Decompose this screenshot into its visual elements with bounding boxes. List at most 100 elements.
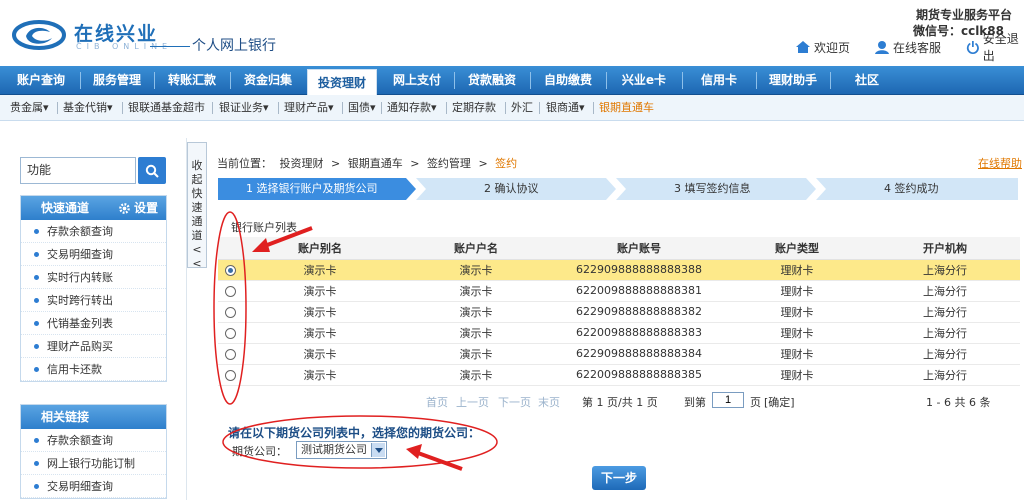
pager-prev[interactable]: 上一页 [456,394,489,410]
subnav-bank-futures[interactable]: 银期直通车 [599,95,654,121]
nav-online-pay[interactable]: 网上支付 [382,66,452,95]
account-list-title: 银行账户列表 [231,221,297,234]
breadcrumb-prefix: 当前位置： [217,157,272,170]
breadcrumb-item[interactable]: 签约管理 [427,157,471,170]
pager-last[interactable]: 末页 [538,394,560,410]
subnav-forex[interactable]: 外汇 [511,95,533,121]
table-row[interactable]: 演示卡 演示卡 622909888888888388 理财卡 上海分行 [218,259,1020,281]
account-radio[interactable] [224,306,236,318]
nav-account-query[interactable]: 账户查询 [4,66,78,95]
nav-e-card[interactable]: 兴业e卡 [608,66,680,95]
online-service-link[interactable]: 在线客服 [874,38,941,56]
nav-service-mgmt[interactable]: 服务管理 [82,66,152,95]
next-step-button[interactable]: 下一步 [592,466,646,490]
account-radio[interactable] [224,327,236,339]
bank-logo-icon [12,20,66,50]
cell-number: 622009888888888385 [554,364,724,386]
collapse-quick-access-tab[interactable]: 收起快速通道<< [187,142,207,270]
settings-button[interactable]: 设置 [118,196,158,220]
company-select-value: 测试期货公司 [301,443,367,456]
quick-item[interactable]: 实时行内转账 [21,266,166,289]
subnav-precious-metals[interactable]: 贵金属▾ [10,95,49,121]
cell-branch: 上海分行 [870,364,1020,386]
breadcrumb-item[interactable]: 银期直通车 [348,157,403,170]
home-link[interactable]: 欢迎页 [795,38,850,56]
pager-first[interactable]: 首页 [426,394,448,410]
col-header-name: 账户户名 [398,237,554,260]
account-radio[interactable] [224,285,236,297]
cell-alias: 演示卡 [242,322,398,344]
table-row[interactable]: 演示卡 演示卡 622909888888888382 理财卡 上海分行 [218,301,1020,323]
nav-bill-pay[interactable]: 自助缴费 [532,66,604,95]
home-icon [796,41,810,53]
sub-nav: 贵金属▾ 基金代销▾ 银联通基金超市 银证业务▾ 理财产品▾ 国债▾ 通知存款▾… [0,95,1024,121]
cell-type: 理财卡 [724,259,870,281]
quick-item[interactable]: 实时跨行转出 [21,289,166,312]
step-2: 2 确认协议 [484,182,539,195]
nav-finance-assistant[interactable]: 理财助手 [758,66,828,95]
nav-fund-collect[interactable]: 资金归集 [232,66,304,95]
cell-branch: 上海分行 [870,259,1020,281]
cell-type: 理财卡 [724,322,870,344]
account-radio[interactable] [224,348,236,360]
breadcrumb-item[interactable]: 投资理财 [280,157,324,170]
promo-line-1: 期货专业服务平台 [915,8,1012,22]
account-table: 账户别名 账户户名 账户账号 账户类型 开户机构 演示卡 演示卡 6229098… [218,237,1020,386]
quick-item[interactable]: 信用卡还款 [21,358,166,381]
related-item[interactable]: 交易明细查询 [21,475,166,498]
search-icon [145,164,159,178]
col-header-type: 账户类型 [724,237,870,260]
cell-name: 演示卡 [398,322,554,344]
subnav-time-deposit[interactable]: 定期存款 [452,95,496,121]
pager-next[interactable]: 下一页 [498,394,531,410]
quick-item[interactable]: 存款余额查询 [21,220,166,243]
page-number-input[interactable] [712,392,744,408]
cell-branch: 上海分行 [870,301,1020,323]
table-row[interactable]: 演示卡 演示卡 622009888888888383 理财卡 上海分行 [218,322,1020,344]
pager-confirm-button[interactable]: [确定] [764,394,795,410]
table-row[interactable]: 演示卡 演示卡 622909888888888384 理财卡 上海分行 [218,343,1020,365]
cell-number: 622909888888888382 [554,301,724,323]
pager-goto-suffix: 页 [750,396,761,409]
nav-transfer[interactable]: 转账汇款 [156,66,228,95]
quick-access-panel: 快速通道 设置 存款余额查询 交易明细查询 实时行内转账 实时跨行转出 代销基金… [20,195,167,382]
cell-alias: 演示卡 [242,259,398,281]
col-header-number: 账户账号 [554,237,724,260]
subnav-bonds[interactable]: 国债▾ [348,95,376,121]
quick-access-header: 快速通道 设置 [21,196,166,220]
cell-name: 演示卡 [398,343,554,365]
quick-item[interactable]: 交易明细查询 [21,243,166,266]
nav-loan[interactable]: 贷款融资 [456,66,528,95]
subnav-bank-merchant[interactable]: 银商通▾ [546,95,585,121]
online-help-link[interactable]: 在线帮助 [978,155,1022,171]
table-row[interactable]: 演示卡 演示卡 622009888888888381 理财卡 上海分行 [218,280,1020,302]
subnav-fund-market[interactable]: 银联通基金超市 [128,95,205,121]
search-button[interactable] [138,157,166,184]
col-header-branch: 开户机构 [870,237,1020,260]
account-radio[interactable] [224,264,236,276]
header: 在线兴业 CIB ONLINE 个人网上银行 期货专业服务平台 微信号：cclk… [0,0,1024,66]
related-item[interactable]: 存款余额查询 [21,429,166,452]
bank-title: 个人网上银行 [192,38,276,54]
table-row[interactable]: 演示卡 演示卡 622009888888888385 理财卡 上海分行 [218,364,1020,386]
nav-credit-card[interactable]: 信用卡 [684,66,754,95]
account-radio[interactable] [224,369,236,381]
gear-icon [119,202,130,214]
subnav-notice-deposit[interactable]: 通知存款▾ [387,95,437,121]
subnav-bank-securities[interactable]: 银证业务▾ [219,95,269,121]
subnav-wealth-products[interactable]: 理财产品▾ [284,95,334,121]
pager-range-info: 1 - 6 共 6 条 [926,396,991,409]
nav-community[interactable]: 社区 [832,66,902,95]
cell-name: 演示卡 [398,364,554,386]
quick-item[interactable]: 理财产品购买 [21,335,166,358]
step-4: 4 签约成功 [884,182,939,195]
breadcrumb-current: 签约 [495,157,518,170]
subnav-fund-agency[interactable]: 基金代销▾ [63,95,113,121]
function-search-input[interactable]: 功能 [20,157,136,184]
nav-investment[interactable]: 投资理财 [307,69,377,95]
quick-item[interactable]: 代销基金列表 [21,312,166,335]
related-item[interactable]: 网上银行功能订制 [21,452,166,475]
cell-type: 理财卡 [724,301,870,323]
futures-company-select[interactable]: 测试期货公司 [296,441,387,459]
logout-link[interactable]: 安全退出 [966,32,1024,63]
